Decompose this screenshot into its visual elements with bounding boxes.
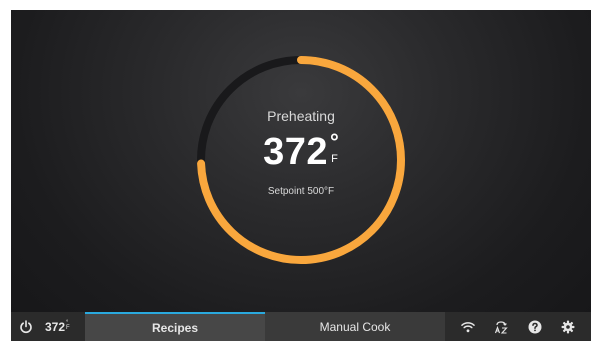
language-button[interactable] [488, 314, 514, 340]
preheat-dial: Preheating 372 ° F Setpoint 500°F [191, 50, 411, 270]
degree-symbol: ° [330, 129, 339, 154]
status-label: Preheating [267, 108, 335, 124]
mini-temperature: 372 ° F [45, 320, 70, 334]
mini-temp-value: 372 [45, 319, 66, 334]
mini-temp-unit: F [66, 324, 70, 331]
current-temperature: 372 ° F [191, 129, 411, 173]
help-button[interactable] [522, 314, 548, 340]
tab-manual-cook[interactable]: Manual Cook [265, 312, 445, 341]
tab-recipes[interactable]: Recipes [85, 312, 265, 341]
wifi-icon [461, 321, 475, 332]
temperature-value: 372 [263, 131, 329, 173]
bottom-bar: 372 ° F Recipes Manual Cook [11, 312, 591, 341]
wifi-button[interactable] [455, 314, 481, 340]
power-icon [20, 319, 32, 333]
help-icon [528, 320, 542, 333]
power-area: 372 ° F [11, 312, 85, 341]
power-button[interactable] [11, 312, 41, 341]
setpoint-label: Setpoint 500°F [267, 186, 335, 197]
oven-screen: Preheating 372 ° F Setpoint 500°F 372 ° … [11, 10, 591, 341]
temperature-unit: F [331, 153, 338, 165]
language-icon [495, 320, 508, 334]
settings-icon [561, 320, 575, 333]
settings-button[interactable] [555, 314, 581, 340]
status-icons [445, 312, 591, 341]
